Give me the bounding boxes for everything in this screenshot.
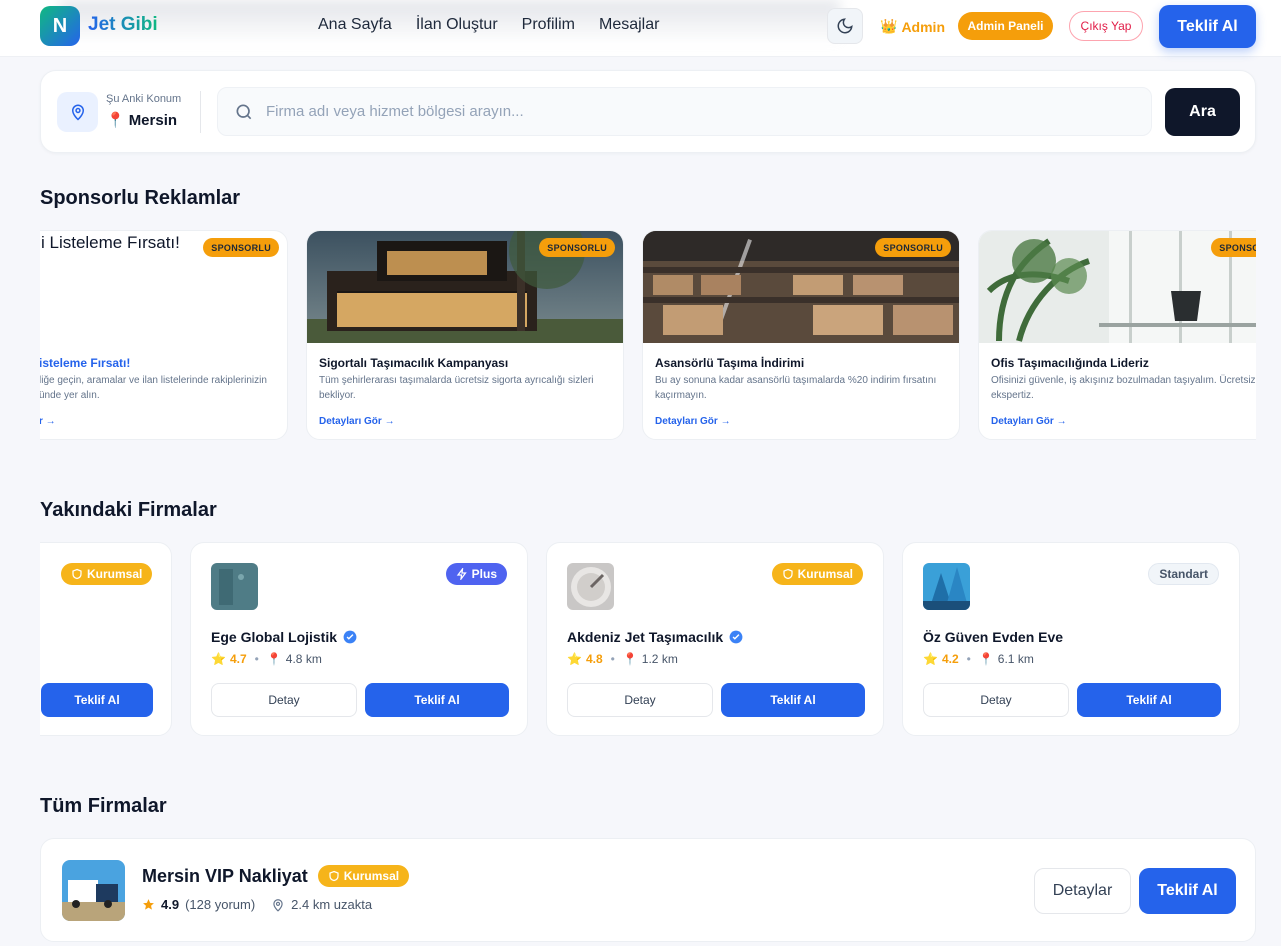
- nav-home[interactable]: Ana Sayfa: [318, 16, 392, 34]
- brand-name[interactable]: Jet Gibi: [88, 14, 158, 36]
- ad-title: Asansörlü Taşıma İndirimi: [655, 356, 805, 370]
- shield-icon: [783, 568, 793, 580]
- ad-title: Sigortalı Taşımacılık Kampanyası: [319, 356, 509, 370]
- tier-badge: Kurumsal: [317, 865, 410, 887]
- map-pin-icon: [273, 898, 283, 912]
- crown-icon: 👑: [880, 18, 898, 34]
- quote-button[interactable]: Teklif Al: [1139, 868, 1236, 914]
- firm-card[interactable]: Plus Ege Global Lojistik ⭐ 4.7 • 📍 4.8 k…: [190, 542, 528, 736]
- firm-meta: ⭐ 4.7 • 📍 4.8 km: [211, 652, 322, 666]
- firm-card[interactable]: Standart Öz Güven Evden Eve ⭐ 4.2 • 📍 6.…: [902, 542, 1240, 736]
- firm-meta: 4.9 (128 yorum) 2.4 km uzakta: [142, 897, 372, 912]
- verified-icon: [343, 630, 357, 644]
- star-icon: ⭐: [923, 652, 938, 666]
- quote-button[interactable]: Teklif Al: [1077, 683, 1221, 717]
- admin-panel-button[interactable]: Admin Paneli: [958, 12, 1053, 40]
- quote-button-header[interactable]: Teklif Al: [1159, 5, 1256, 48]
- firm-logo: [923, 563, 970, 610]
- search-button[interactable]: Ara: [1165, 88, 1240, 136]
- sponsored-badge: SPONSORLU: [539, 238, 615, 257]
- firm-name: Öz Güven Evden Eve: [923, 629, 1064, 645]
- details-button[interactable]: Detaylar: [1034, 868, 1131, 914]
- nav-profile[interactable]: Profilim: [522, 16, 575, 34]
- search-field: [217, 87, 1152, 136]
- location-value: 📍 Mersin: [106, 111, 178, 130]
- ad-description: Ofisinizi güvenle, iş akışınız bozulmada…: [991, 375, 1256, 401]
- location-label: Şu Anki Konum: [106, 93, 182, 105]
- divider: [200, 91, 201, 133]
- firm-name: Mersin VIP Nakliyat Kurumsal: [142, 865, 410, 887]
- lightning-icon: [456, 568, 467, 580]
- ad-card[interactable]: SPONSORLU Sigortalı Taşımacılık Kampanya…: [306, 230, 624, 440]
- ad-title: isteleme Fırsatı!: [40, 356, 131, 370]
- ad-description: Bu ay sonuna kadar asansörlü taşımalarda…: [655, 375, 937, 401]
- ad-card[interactable]: SPONSORLU Ofis Taşımacılığında Lideriz O…: [978, 230, 1256, 440]
- ad-description: liğe geçin, aramalar ve ilan listelerind…: [40, 375, 267, 401]
- search-icon: [236, 104, 252, 120]
- ad-details-link[interactable]: r →: [40, 416, 56, 427]
- navbar: N Jet Gibi Ana Sayfa İlan Oluştur Profil…: [0, 0, 1281, 57]
- map-pin-icon: [71, 104, 84, 121]
- sponsored-badge: SPONSORLU: [203, 238, 279, 257]
- logout-button[interactable]: Çıkış Yap: [1069, 11, 1143, 41]
- firm-card[interactable]: Kurumsal Teklif Al: [40, 542, 172, 736]
- star-icon: [143, 899, 154, 910]
- ad-details-link[interactable]: Detayları Gör →: [991, 416, 1067, 427]
- sponsored-title: Sponsorlu Reklamlar: [40, 187, 241, 209]
- ad-banner-text: i Listeleme Fırsatı!: [41, 233, 180, 252]
- pushpin-icon: 📍: [106, 112, 125, 129]
- firm-logo: [211, 563, 258, 610]
- quote-button[interactable]: Teklif Al: [365, 683, 509, 717]
- moon-icon: [837, 18, 853, 34]
- search-card: Şu Anki Konum 📍 Mersin Ara: [40, 70, 1256, 153]
- ad-description: Tüm şehirlerarası taşımalarda ücretsiz s…: [319, 375, 594, 401]
- firm-name: Akdeniz Jet Taşımacılık: [567, 629, 743, 645]
- ad-card[interactable]: SPONSORLU Asansörlü Taşıma İndirimi Bu a…: [642, 230, 960, 440]
- detail-button[interactable]: Detay: [923, 683, 1069, 717]
- sponsored-badge: SPONSORLU: [875, 238, 951, 257]
- logo-mark[interactable]: N: [40, 6, 80, 46]
- pushpin-icon: 📍: [978, 652, 994, 666]
- detail-button[interactable]: Detay: [567, 683, 713, 717]
- quote-button[interactable]: Teklif Al: [41, 683, 153, 717]
- tier-badge: Plus: [445, 563, 507, 585]
- ad-title: Ofis Taşımacılığında Lideriz: [991, 356, 1149, 370]
- nav-create-listing[interactable]: İlan Oluştur: [416, 16, 498, 34]
- main-nav: Ana Sayfa İlan Oluştur Profilim Mesajlar: [318, 16, 659, 34]
- firm-list-item[interactable]: Mersin VIP Nakliyat Kurumsal 4.9 (128 yo…: [40, 838, 1256, 942]
- search-input[interactable]: [266, 88, 1136, 135]
- all-firms-title: Tüm Firmalar: [40, 795, 167, 817]
- firm-meta: ⭐ 4.2 • 📍 6.1 km: [923, 652, 1034, 666]
- pushpin-icon: 📍: [622, 652, 638, 666]
- firm-card[interactable]: Kurumsal Akdeniz Jet Taşımacılık ⭐ 4.8 •…: [546, 542, 884, 736]
- tier-badge: Kurumsal: [771, 563, 863, 585]
- firm-name: Ege Global Lojistik: [211, 629, 357, 645]
- firm-logo: [62, 860, 125, 921]
- firm-meta: ⭐ 4.8 • 📍 1.2 km: [567, 652, 678, 666]
- tier-badge: Standart: [1148, 563, 1219, 585]
- location-button[interactable]: [57, 92, 98, 132]
- nearby-title: Yakındaki Firmalar: [40, 499, 217, 521]
- ad-card[interactable]: i Listeleme Fırsatı! SPONSORLU isteleme …: [40, 230, 288, 440]
- firm-logo: [567, 563, 614, 610]
- shield-icon: [72, 568, 82, 580]
- sponsored-badge: SPONSORLU: [1211, 238, 1256, 257]
- verified-icon: [729, 630, 743, 644]
- pushpin-icon: 📍: [266, 652, 282, 666]
- star-icon: ⭐: [567, 652, 582, 666]
- shield-icon: [329, 870, 339, 882]
- ad-details-link[interactable]: Detayları Gör →: [655, 416, 731, 427]
- star-icon: ⭐: [211, 652, 226, 666]
- theme-toggle-button[interactable]: [827, 8, 863, 44]
- quote-button[interactable]: Teklif Al: [721, 683, 865, 717]
- nav-messages[interactable]: Mesajlar: [599, 16, 659, 34]
- sponsored-carousel[interactable]: i Listeleme Fırsatı! SPONSORLU isteleme …: [40, 230, 1256, 442]
- tier-badge: Kurumsal: [61, 563, 153, 585]
- ad-details-link[interactable]: Detayları Gör →: [319, 416, 395, 427]
- nearby-carousel[interactable]: Kurumsal Teklif Al Plus Ege Global Lojis…: [40, 542, 1256, 742]
- detail-button[interactable]: Detay: [211, 683, 357, 717]
- admin-label: 👑 Admin: [880, 18, 945, 35]
